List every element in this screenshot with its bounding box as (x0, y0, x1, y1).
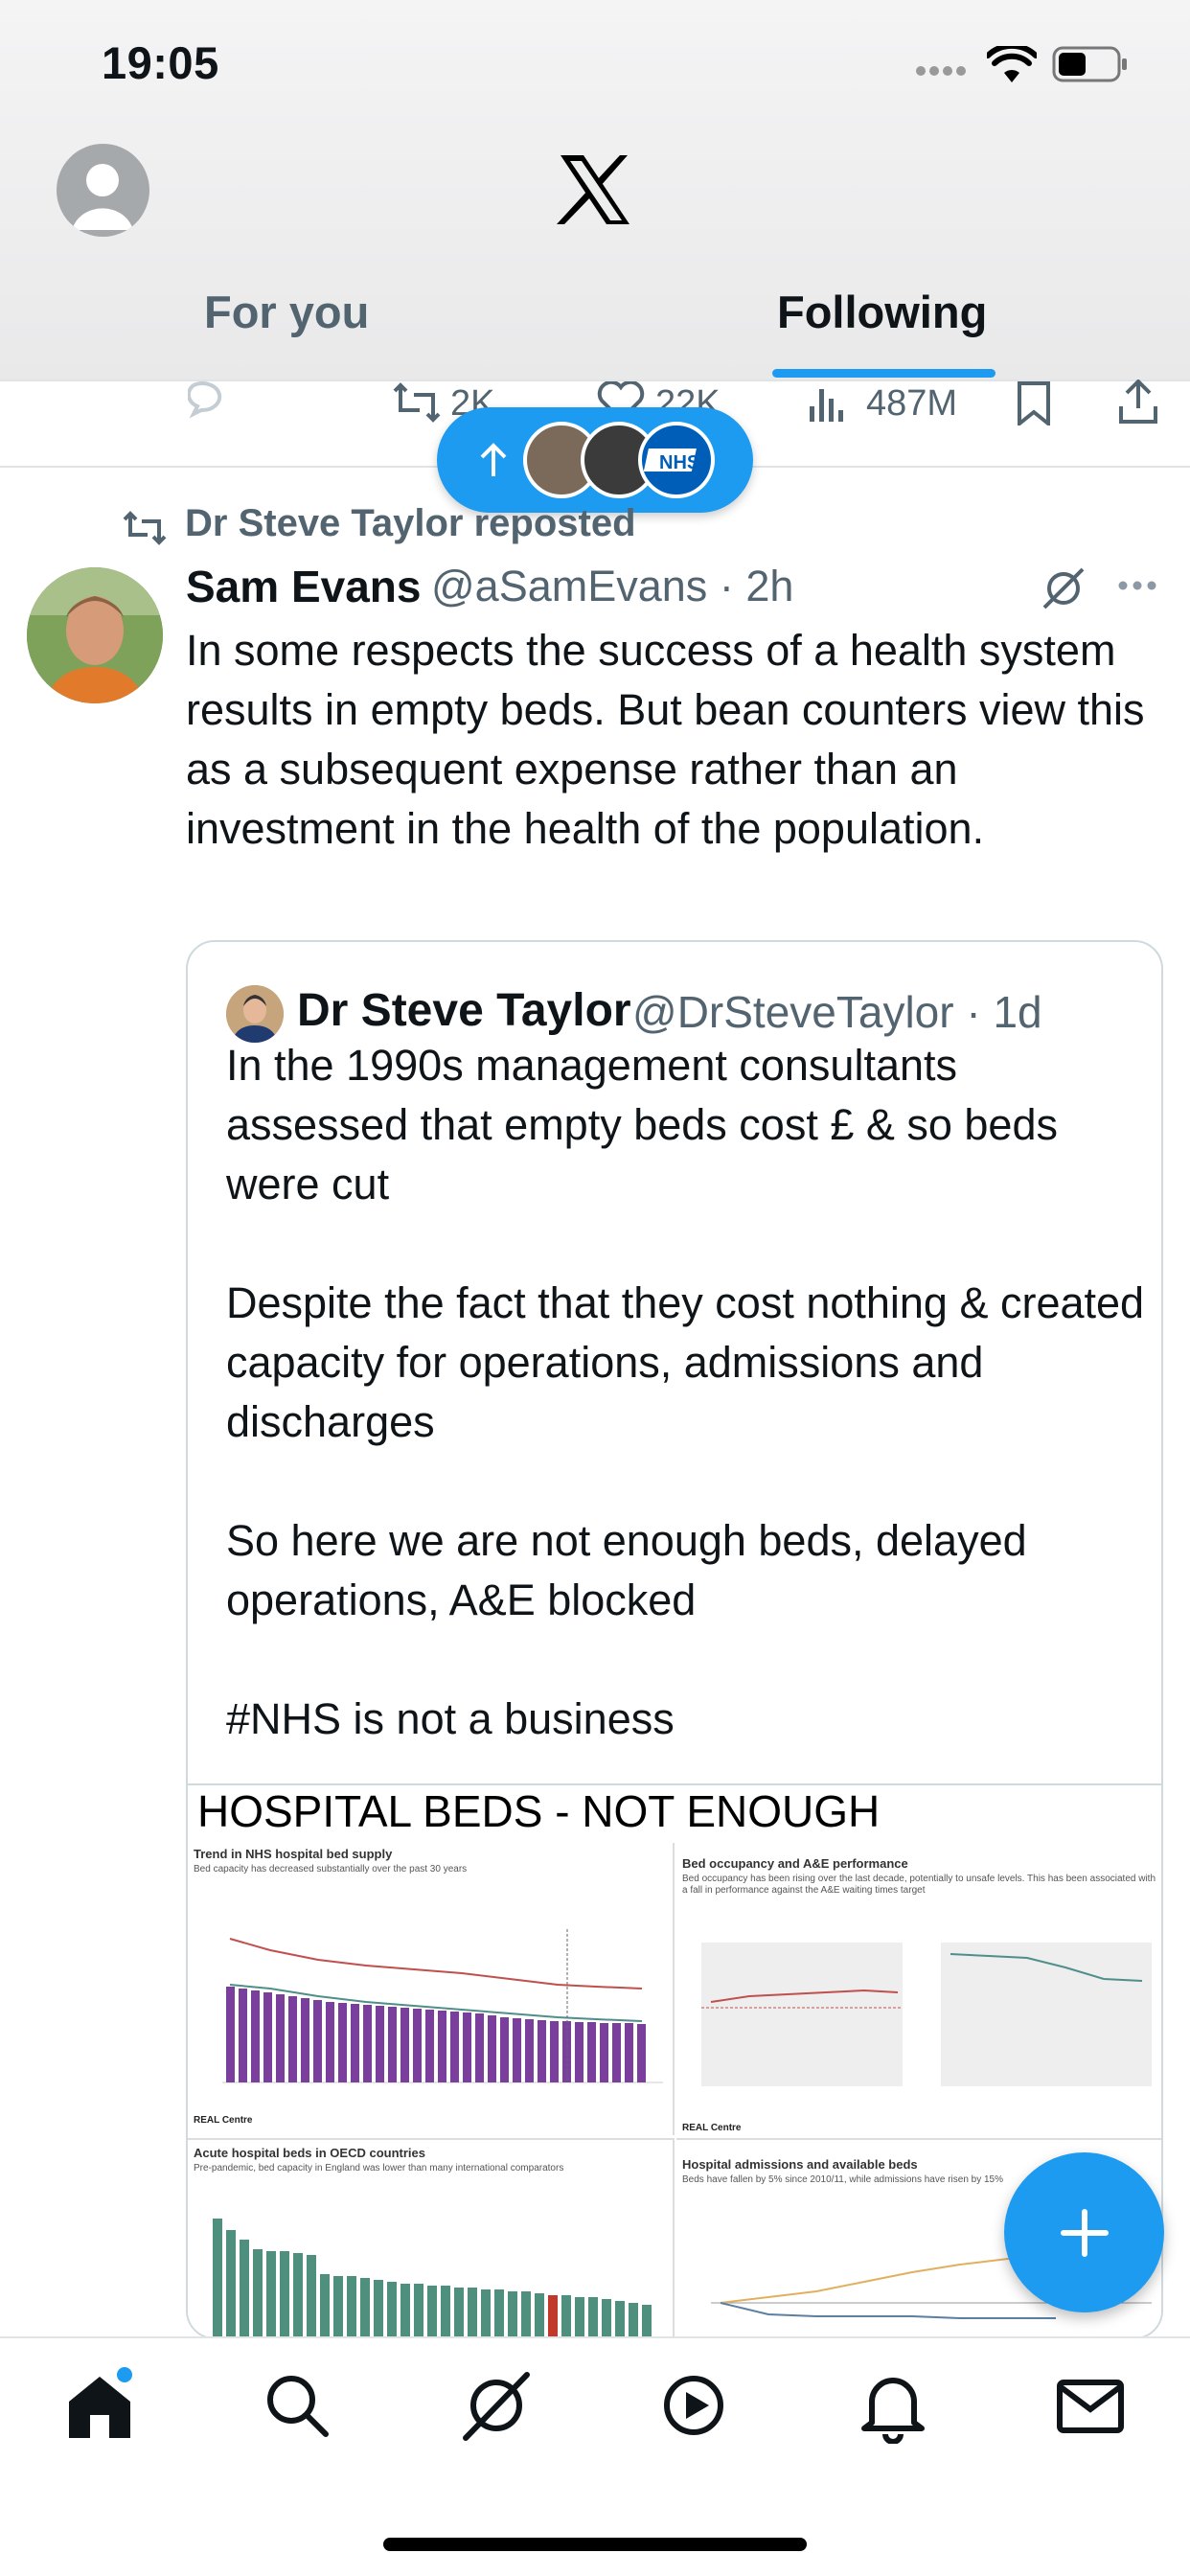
image-panel-oecd-beds: Acute hospital beds in OECD countries Pr… (188, 2138, 675, 2337)
view-count: 487M (866, 383, 958, 424)
quote-author-meta: @DrSteveTaylor · 1d (632, 987, 1042, 1037)
panel-subtitle: Pre-pandemic, bed capacity in England wa… (194, 2163, 564, 2174)
profile-avatar[interactable] (57, 144, 149, 237)
panel-title: Trend in NHS hospital bed supply (194, 1847, 393, 1861)
image-title: HOSPITAL BEDS - NOT ENOUGH (197, 1786, 881, 1836)
bell-icon[interactable] (855, 2367, 931, 2444)
panel-title: Hospital admissions and available beds (682, 2157, 918, 2172)
more-options-icon[interactable] (1117, 579, 1157, 592)
wifi-icon (987, 46, 1037, 82)
author-handle[interactable]: @aSamEvans (431, 562, 707, 610)
image-panel-bed-supply: Trend in NHS hospital bed supply Bed cap… (188, 1843, 675, 2135)
repost-label[interactable]: Dr Steve Taylor reposted (185, 502, 636, 545)
panel-footer: REAL Centre (194, 2115, 253, 2126)
views-icon[interactable] (808, 385, 846, 424)
bookmark-icon[interactable] (1016, 381, 1052, 426)
status-time: 19:05 (102, 37, 219, 88)
panel-title: Acute hospital beds in OECD countries (194, 2146, 425, 2160)
tweet-time: 2h (745, 562, 794, 610)
panel-footer: REAL Centre (682, 2123, 742, 2133)
tab-following[interactable]: Following (777, 286, 987, 338)
signal-icon (916, 66, 966, 76)
repost-icon[interactable] (391, 381, 443, 424)
author-name[interactable]: Sam Evans (186, 561, 421, 612)
grok-nav-icon[interactable] (458, 2367, 535, 2444)
tweet-text: In some respects the success of a health… (186, 626, 1145, 853)
search-icon[interactable] (259, 2367, 335, 2444)
quote-time: 1d (993, 987, 1042, 1037)
quote-tweet-card[interactable]: Dr Steve Taylor @DrSteveTaylor · 1d In t… (186, 940, 1163, 2339)
new-posts-pill[interactable]: NHS (437, 407, 753, 513)
panel-title: Bed occupancy and A&E performance (682, 1856, 908, 1871)
svg-text:NHS: NHS (659, 452, 699, 473)
quote-author-handle[interactable]: @DrSteveTaylor (632, 987, 954, 1037)
oecd-chart (213, 2219, 652, 2337)
share-icon[interactable] (1117, 380, 1159, 426)
home-icon[interactable] (61, 2367, 138, 2444)
image-panel-bed-occupancy: Bed occupancy and A&E performance Bed oc… (676, 1843, 1161, 2135)
panel-subtitle: Bed capacity has decreased substantially… (194, 1864, 468, 1874)
panel-subtitle: Bed occupancy has been rising over the l… (682, 1874, 1156, 1896)
quote-author-name[interactable]: Dr Steve Taylor (297, 984, 631, 1037)
occupancy-chart (701, 1943, 1152, 2086)
bed-supply-chart (222, 1929, 663, 2083)
battery-icon (1052, 46, 1127, 82)
quote-author-avatar[interactable] (226, 985, 284, 1043)
grok-icon[interactable] (1041, 565, 1087, 611)
mail-icon[interactable] (1052, 2367, 1129, 2444)
panel-subtitle: Beds have fallen by 5% since 2010/11, wh… (682, 2174, 1004, 2185)
active-tab-indicator (772, 369, 995, 378)
compose-button[interactable] (1004, 2152, 1164, 2312)
arrow-up-icon (480, 443, 507, 476)
x-logo-icon[interactable] (557, 151, 633, 228)
repost-indicator-icon (123, 511, 167, 545)
home-indicator (383, 2538, 807, 2551)
author-meta: @aSamEvans · 2h (431, 562, 794, 610)
plus-icon (1061, 2209, 1109, 2257)
author-avatar[interactable] (27, 567, 163, 703)
pill-avatar-3: NHS (638, 422, 715, 498)
reply-icon[interactable] (188, 381, 234, 420)
tab-for-you[interactable]: For you (204, 286, 369, 338)
play-icon[interactable] (655, 2367, 732, 2444)
quote-text: In the 1990s management consultants asse… (226, 1041, 1145, 1743)
